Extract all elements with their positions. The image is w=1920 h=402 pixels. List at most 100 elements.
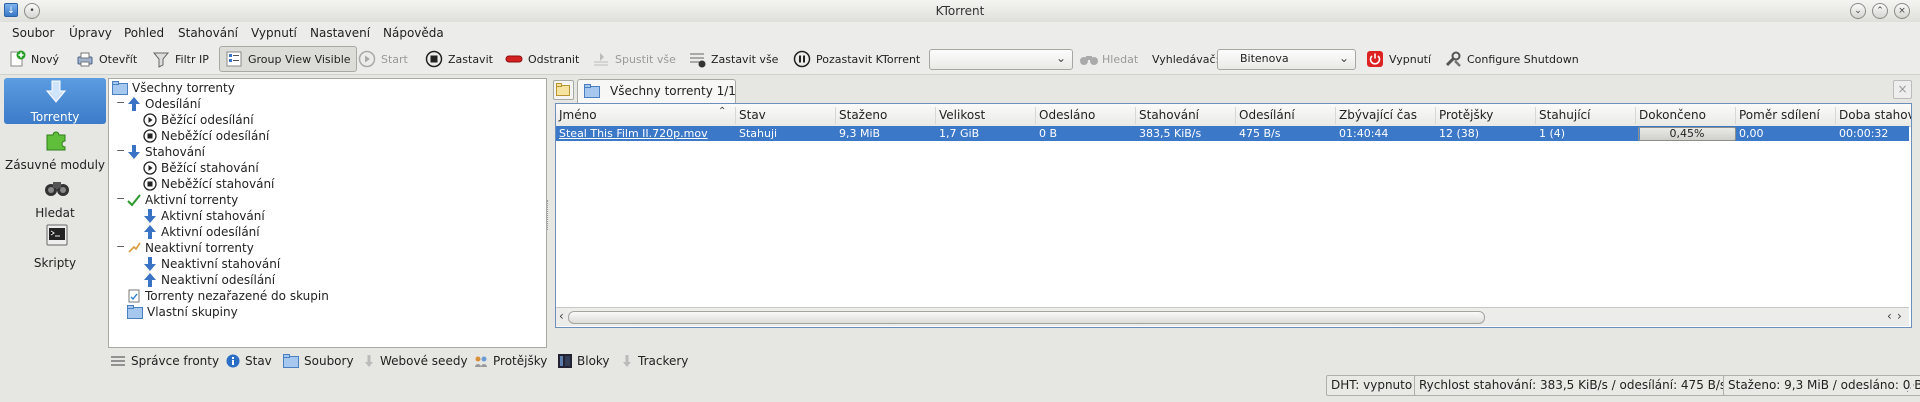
- collapse-icon[interactable]: −: [116, 144, 125, 157]
- new-tab-button[interactable]: [553, 80, 574, 100]
- tab-all-torrents[interactable]: Všechny torrenty 1/1: [577, 79, 736, 103]
- cell-up-speed: 475 B/s: [1239, 127, 1281, 140]
- tree-node-stopped-uploads[interactable]: Neběžící odesílání: [143, 128, 269, 144]
- scrollbar-thumb[interactable]: [568, 311, 1485, 324]
- bottom-tab-web-seeds[interactable]: Webové seedy: [363, 351, 468, 371]
- download-arrow-icon: [143, 257, 157, 271]
- stop-button[interactable]: Zastavit: [425, 48, 493, 70]
- collapse-icon[interactable]: −: [116, 192, 125, 205]
- search-combo[interactable]: ⌄: [929, 49, 1073, 70]
- table-row[interactable]: Steal This Film II.720p.mov Stahuji 9,3 …: [556, 126, 1909, 141]
- tree-node-inactive[interactable]: Neaktivní torrenty: [127, 240, 254, 256]
- cell-time: 00:00:32: [1839, 127, 1889, 140]
- cell-seeders: 1 (4): [1539, 127, 1566, 140]
- cell-uploaded: 0 B: [1039, 127, 1058, 140]
- group-view-toggle[interactable]: Group View Visible: [219, 46, 357, 72]
- column-header-down-speed[interactable]: Stahování: [1136, 107, 1236, 124]
- resize-grip-icon[interactable]: ⋰: [1906, 384, 1915, 394]
- bottom-tab-trackers[interactable]: Trackery: [621, 351, 688, 371]
- filter-ip-button[interactable]: Filtr IP: [152, 48, 209, 70]
- menu-napoveda[interactable]: Nápověda: [383, 26, 444, 40]
- menu-nastaveni[interactable]: Nastavení: [310, 26, 370, 40]
- tree-node-active-downloads[interactable]: Aktivní stahování: [143, 208, 265, 224]
- chevron-down-icon: ⌄: [1055, 51, 1066, 65]
- tree-node-running-downloads[interactable]: Běžící stahování: [143, 160, 259, 176]
- tree-node-active-uploads[interactable]: Aktivní odesílání: [143, 224, 260, 240]
- new-button[interactable]: Nový: [8, 48, 59, 70]
- tree-node-ungrouped[interactable]: Torrenty nezařazené do skupin: [127, 288, 329, 304]
- menu-stahovani[interactable]: Stahování: [178, 26, 238, 40]
- column-header-size[interactable]: Velikost: [936, 107, 1036, 124]
- collapse-icon[interactable]: −: [116, 240, 125, 253]
- pause-ktorrent-button[interactable]: Pozastavit KTorrent: [793, 48, 920, 70]
- scroll-right-icon[interactable]: ›: [1897, 309, 1902, 323]
- column-header-done[interactable]: Dokončeno: [1636, 107, 1736, 124]
- splitter-handle[interactable]: [547, 200, 550, 230]
- engine-select-value: Bitenova: [1240, 52, 1289, 65]
- check-icon: [127, 193, 141, 207]
- bottom-tab-status[interactable]: Stav: [226, 351, 272, 371]
- open-button[interactable]: Otevřít: [76, 48, 137, 70]
- menu-pohled[interactable]: Pohled: [124, 26, 164, 40]
- menu-soubor[interactable]: Soubor: [12, 26, 54, 40]
- tree-node-uploads[interactable]: Odesílání: [127, 96, 201, 112]
- tree-node-all[interactable]: Všechny torrenty: [112, 80, 235, 96]
- start-all-button[interactable]: Spustit vše: [592, 48, 676, 70]
- stop-all-button[interactable]: Zastavit vše: [688, 48, 778, 70]
- column-header-name[interactable]: Jméno: [556, 107, 736, 124]
- menu-vypnuti[interactable]: Vypnutí: [251, 26, 297, 40]
- play-icon: [143, 161, 157, 175]
- tree-node-stopped-downloads[interactable]: Neběžící stahování: [143, 176, 274, 192]
- bottom-tab-files[interactable]: Soubory: [283, 351, 354, 371]
- stop-all-icon: [688, 50, 706, 68]
- column-header-seeders[interactable]: Stahující: [1536, 107, 1636, 124]
- bottom-tab-chunks[interactable]: Bloky: [558, 351, 610, 371]
- folder-icon: [112, 81, 128, 95]
- tree-node-inactive-uploads[interactable]: Neaktivní odesílání: [143, 272, 275, 288]
- cell-status: Stahuji: [739, 127, 778, 140]
- menu-upravy[interactable]: Úpravy: [69, 26, 112, 40]
- stop-icon: [425, 50, 443, 68]
- group-view-icon: [225, 50, 243, 68]
- tree-node-custom-groups[interactable]: Vlastní skupiny: [127, 304, 238, 320]
- chunks-icon: [558, 354, 572, 368]
- close-icon[interactable]: ×: [1894, 3, 1910, 19]
- column-header-downloaded[interactable]: Staženo: [836, 107, 936, 124]
- column-header-ratio[interactable]: Poměr sdílení: [1736, 107, 1836, 124]
- upload-arrow-icon: [127, 97, 141, 111]
- column-header-eta[interactable]: Zbývající čas: [1336, 107, 1436, 124]
- column-header-up-speed[interactable]: Odesílání: [1236, 107, 1336, 124]
- scroll-left-icon[interactable]: ‹: [559, 309, 564, 323]
- download-arrow-icon: [621, 354, 633, 368]
- remove-button[interactable]: Odstranit: [505, 48, 579, 70]
- close-tab-icon[interactable]: ×: [1893, 80, 1912, 99]
- maximize-icon[interactable]: ⌃: [1872, 3, 1888, 19]
- configure-shutdown-button[interactable]: Configure Shutdown: [1444, 48, 1579, 70]
- column-header-peers[interactable]: Protějšky: [1436, 107, 1536, 124]
- tree-node-active[interactable]: Aktivní torrenty: [127, 192, 238, 208]
- engine-select[interactable]: Bitenova ⌄: [1217, 49, 1356, 70]
- power-icon: [1366, 50, 1384, 68]
- tree-node-running-uploads[interactable]: Běžící odesílání: [143, 112, 254, 128]
- horizontal-scrollbar[interactable]: ‹ ‹ ›: [556, 307, 1909, 326]
- minimize-icon[interactable]: ⌄: [1850, 3, 1866, 19]
- column-header-status[interactable]: Stav: [736, 107, 836, 124]
- search-button[interactable]: Hledat: [1079, 48, 1138, 70]
- binoculars-icon: [1079, 50, 1098, 68]
- sidebar-item-search[interactable]: Hledat: [4, 174, 106, 220]
- tree-node-downloads[interactable]: Stahování: [127, 144, 205, 160]
- status-totals: Staženo: 9,3 MiB / odesláno: 0 B: [1723, 375, 1920, 396]
- column-header-uploaded[interactable]: Odesláno: [1036, 107, 1136, 124]
- start-button[interactable]: Start: [358, 48, 408, 70]
- tree-node-inactive-downloads[interactable]: Neaktivní stahování: [143, 256, 280, 272]
- sidebar-item-torrents[interactable]: Torrenty: [4, 78, 106, 124]
- shutdown-button[interactable]: Vypnutí: [1366, 48, 1431, 70]
- sidebar-item-plugins[interactable]: Zásuvné moduly: [4, 126, 106, 172]
- column-header-time[interactable]: Doba stahov: [1836, 107, 1911, 124]
- bottom-tab-queue-manager[interactable]: Správce fronty: [110, 351, 219, 371]
- sidebar-item-scripts[interactable]: Skripty: [4, 222, 106, 270]
- info-icon: [226, 354, 240, 368]
- collapse-icon[interactable]: −: [116, 96, 125, 109]
- bottom-tab-peers[interactable]: Protějšky: [474, 351, 547, 371]
- scroll-left-icon[interactable]: ‹: [1887, 309, 1892, 323]
